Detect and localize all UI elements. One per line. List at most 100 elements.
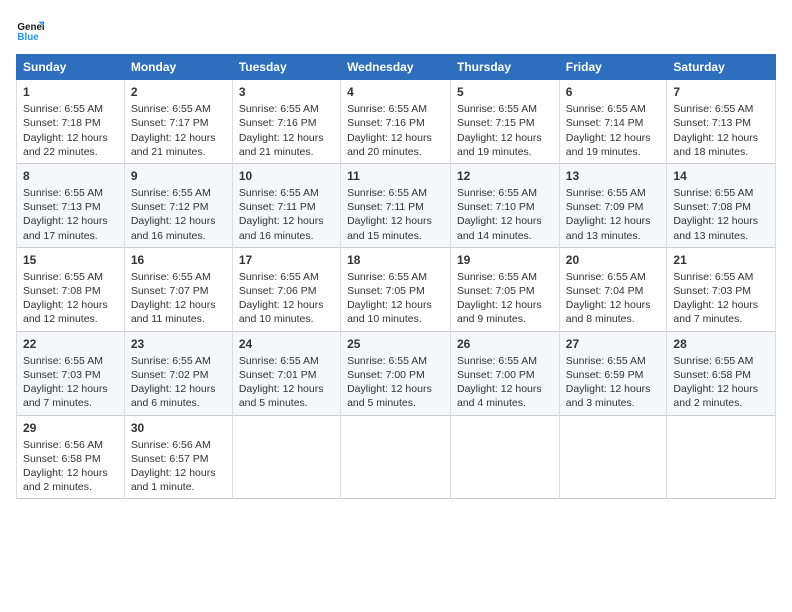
day-cell: 4 Sunrise: 6:55 AMSunset: 7:16 PMDaylight… bbox=[341, 80, 451, 164]
day-number: 2 bbox=[131, 84, 226, 100]
day-number: 21 bbox=[673, 252, 769, 268]
day-cell: 24Sunrise: 6:55 AMSunset: 7:01 PMDayligh… bbox=[232, 331, 340, 415]
day-info: Sunrise: 6:55 AMSunset: 7:08 PMDaylight:… bbox=[23, 271, 108, 326]
day-info: Sunrise: 6:55 AMSunset: 7:06 PMDaylight:… bbox=[239, 271, 324, 326]
day-cell: 19 Sunrise: 6:55 AMSunset: 7:05 PMDayligh… bbox=[451, 247, 560, 331]
day-info: Sunrise: 6:55 AMSunset: 7:18 PMDaylight:… bbox=[23, 103, 108, 158]
column-header-monday: Monday bbox=[124, 55, 232, 80]
day-number: 1 bbox=[23, 84, 118, 100]
day-info: Sunrise: 6:55 AMSunset: 7:16 PMDaylight:… bbox=[239, 103, 324, 158]
day-info: Sunrise: 6:55 AMSunset: 7:02 PMDaylight:… bbox=[131, 355, 216, 410]
column-header-saturday: Saturday bbox=[667, 55, 776, 80]
day-cell: 6 Sunrise: 6:55 AMSunset: 7:14 PMDaylight… bbox=[559, 80, 667, 164]
day-info: Sunrise: 6:55 AMSunset: 7:09 PMDaylight:… bbox=[566, 187, 651, 242]
day-info: Sunrise: 6:55 AMSunset: 7:08 PMDaylight:… bbox=[673, 187, 758, 242]
day-number: 14 bbox=[673, 168, 769, 184]
day-number: 17 bbox=[239, 252, 334, 268]
day-number: 22 bbox=[23, 336, 118, 352]
day-number: 6 bbox=[566, 84, 661, 100]
day-cell: 26 Sunrise: 6:55 AMSunset: 7:00 PMDayligh… bbox=[451, 331, 560, 415]
day-info: Sunrise: 6:55 AMSunset: 7:00 PMDaylight:… bbox=[457, 355, 542, 410]
day-cell bbox=[451, 415, 560, 499]
day-info: Sunrise: 6:55 AMSunset: 7:07 PMDaylight:… bbox=[131, 271, 216, 326]
day-cell: 16Sunrise: 6:55 AMSunset: 7:07 PMDayligh… bbox=[124, 247, 232, 331]
day-number: 20 bbox=[566, 252, 661, 268]
day-info: Sunrise: 6:55 AMSunset: 7:05 PMDaylight:… bbox=[457, 271, 542, 326]
day-number: 26 bbox=[457, 336, 553, 352]
day-number: 29 bbox=[23, 420, 118, 436]
day-number: 3 bbox=[239, 84, 334, 100]
day-info: Sunrise: 6:55 AMSunset: 7:12 PMDaylight:… bbox=[131, 187, 216, 242]
day-cell: 30 Sunrise: 6:56 AMSunset: 6:57 PMDayligh… bbox=[124, 415, 232, 499]
day-number: 24 bbox=[239, 336, 334, 352]
day-info: Sunrise: 6:55 AMSunset: 7:03 PMDaylight:… bbox=[673, 271, 758, 326]
week-row-5: 29 Sunrise: 6:56 AMSunset: 6:58 PMDayligh… bbox=[17, 415, 776, 499]
day-number: 4 bbox=[347, 84, 444, 100]
day-cell: 23Sunrise: 6:55 AMSunset: 7:02 PMDayligh… bbox=[124, 331, 232, 415]
day-cell: 11Sunrise: 6:55 AMSunset: 7:11 PMDayligh… bbox=[341, 163, 451, 247]
column-header-thursday: Thursday bbox=[451, 55, 560, 80]
day-number: 30 bbox=[131, 420, 226, 436]
header: General Blue bbox=[16, 16, 776, 44]
day-cell: 17 Sunrise: 6:55 AMSunset: 7:06 PMDayligh… bbox=[232, 247, 340, 331]
day-info: Sunrise: 6:55 AMSunset: 7:13 PMDaylight:… bbox=[673, 103, 758, 158]
day-number: 12 bbox=[457, 168, 553, 184]
day-info: Sunrise: 6:55 AMSunset: 7:05 PMDaylight:… bbox=[347, 271, 432, 326]
column-headers: SundayMondayTuesdayWednesdayThursdayFrid… bbox=[17, 55, 776, 80]
day-number: 18 bbox=[347, 252, 444, 268]
day-info: Sunrise: 6:55 AMSunset: 7:10 PMDaylight:… bbox=[457, 187, 542, 242]
day-cell: 5 Sunrise: 6:55 AMSunset: 7:15 PMDaylight… bbox=[451, 80, 560, 164]
day-info: Sunrise: 6:55 AMSunset: 6:58 PMDaylight:… bbox=[673, 355, 758, 410]
column-header-friday: Friday bbox=[559, 55, 667, 80]
day-info: Sunrise: 6:55 AMSunset: 7:04 PMDaylight:… bbox=[566, 271, 651, 326]
day-cell: 3 Sunrise: 6:55 AMSunset: 7:16 PMDaylight… bbox=[232, 80, 340, 164]
day-cell: 14 Sunrise: 6:55 AMSunset: 7:08 PMDayligh… bbox=[667, 163, 776, 247]
day-number: 7 bbox=[673, 84, 769, 100]
day-cell: 21 Sunrise: 6:55 AMSunset: 7:03 PMDayligh… bbox=[667, 247, 776, 331]
day-cell bbox=[232, 415, 340, 499]
day-cell: 12 Sunrise: 6:55 AMSunset: 7:10 PMDayligh… bbox=[451, 163, 560, 247]
day-info: Sunrise: 6:56 AMSunset: 6:57 PMDaylight:… bbox=[131, 439, 216, 494]
day-info: Sunrise: 6:55 AMSunset: 7:00 PMDaylight:… bbox=[347, 355, 432, 410]
day-info: Sunrise: 6:55 AMSunset: 7:16 PMDaylight:… bbox=[347, 103, 432, 158]
day-cell: 8Sunrise: 6:55 AMSunset: 7:13 PMDaylight… bbox=[17, 163, 125, 247]
day-cell bbox=[341, 415, 451, 499]
day-cell bbox=[667, 415, 776, 499]
day-number: 13 bbox=[566, 168, 661, 184]
day-number: 19 bbox=[457, 252, 553, 268]
week-row-3: 15 Sunrise: 6:55 AMSunset: 7:08 PMDayligh… bbox=[17, 247, 776, 331]
day-cell: 22Sunrise: 6:55 AMSunset: 7:03 PMDayligh… bbox=[17, 331, 125, 415]
day-number: 28 bbox=[673, 336, 769, 352]
column-header-tuesday: Tuesday bbox=[232, 55, 340, 80]
day-cell: 1 Sunrise: 6:55 AMSunset: 7:18 PMDaylight… bbox=[17, 80, 125, 164]
day-cell: 25Sunrise: 6:55 AMSunset: 7:00 PMDayligh… bbox=[341, 331, 451, 415]
column-header-wednesday: Wednesday bbox=[341, 55, 451, 80]
day-info: Sunrise: 6:55 AMSunset: 7:14 PMDaylight:… bbox=[566, 103, 651, 158]
day-cell: 29 Sunrise: 6:56 AMSunset: 6:58 PMDayligh… bbox=[17, 415, 125, 499]
day-number: 10 bbox=[239, 168, 334, 184]
day-info: Sunrise: 6:55 AMSunset: 7:13 PMDaylight:… bbox=[23, 187, 108, 242]
week-row-1: 1 Sunrise: 6:55 AMSunset: 7:18 PMDaylight… bbox=[17, 80, 776, 164]
logo: General Blue bbox=[16, 16, 48, 44]
day-cell: 7 Sunrise: 6:55 AMSunset: 7:13 PMDaylight… bbox=[667, 80, 776, 164]
day-number: 5 bbox=[457, 84, 553, 100]
day-number: 15 bbox=[23, 252, 118, 268]
logo-icon: General Blue bbox=[16, 16, 44, 44]
day-info: Sunrise: 6:55 AMSunset: 7:17 PMDaylight:… bbox=[131, 103, 216, 158]
day-info: Sunrise: 6:55 AMSunset: 7:11 PMDaylight:… bbox=[239, 187, 324, 242]
day-info: Sunrise: 6:55 AMSunset: 7:15 PMDaylight:… bbox=[457, 103, 542, 158]
week-row-4: 22Sunrise: 6:55 AMSunset: 7:03 PMDayligh… bbox=[17, 331, 776, 415]
calendar-body: 1 Sunrise: 6:55 AMSunset: 7:18 PMDaylight… bbox=[17, 80, 776, 499]
day-info: Sunrise: 6:56 AMSunset: 6:58 PMDaylight:… bbox=[23, 439, 108, 494]
svg-text:Blue: Blue bbox=[17, 32, 39, 43]
day-cell: 13 Sunrise: 6:55 AMSunset: 7:09 PMDayligh… bbox=[559, 163, 667, 247]
day-number: 11 bbox=[347, 168, 444, 184]
day-cell: 28 Sunrise: 6:55 AMSunset: 6:58 PMDayligh… bbox=[667, 331, 776, 415]
calendar-table: SundayMondayTuesdayWednesdayThursdayFrid… bbox=[16, 54, 776, 499]
day-cell: 18 Sunrise: 6:55 AMSunset: 7:05 PMDayligh… bbox=[341, 247, 451, 331]
day-cell: 27Sunrise: 6:55 AMSunset: 6:59 PMDayligh… bbox=[559, 331, 667, 415]
day-number: 27 bbox=[566, 336, 661, 352]
calendar-page: General Blue SundayMondayTuesdayWednesda… bbox=[0, 0, 792, 612]
day-cell: 20 Sunrise: 6:55 AMSunset: 7:04 PMDayligh… bbox=[559, 247, 667, 331]
day-cell: 15 Sunrise: 6:55 AMSunset: 7:08 PMDayligh… bbox=[17, 247, 125, 331]
